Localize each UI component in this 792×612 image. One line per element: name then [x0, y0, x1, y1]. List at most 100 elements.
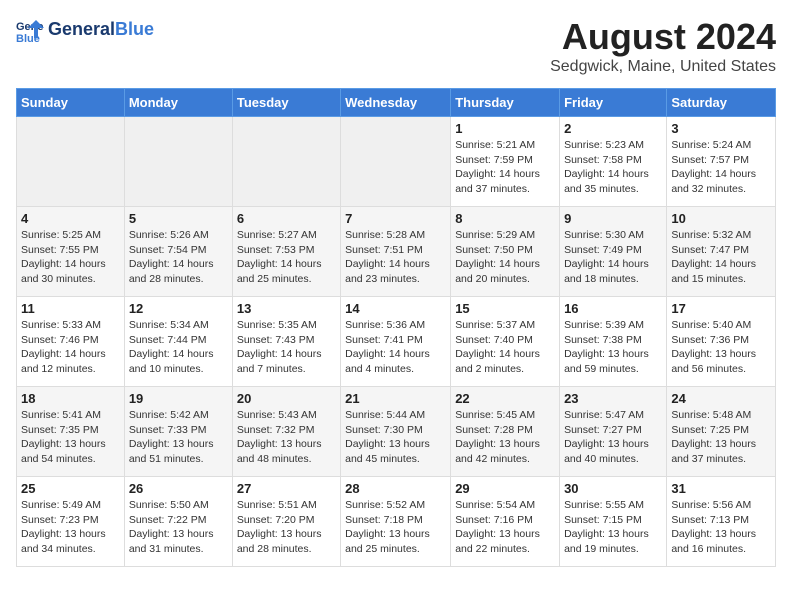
title-area: August 2024 Sedgwick, Maine, United Stat… — [550, 16, 776, 76]
day-detail: Sunrise: 5:50 AMSunset: 7:22 PMDaylight:… — [129, 498, 228, 557]
calendar-cell: 13Sunrise: 5:35 AMSunset: 7:43 PMDayligh… — [232, 297, 340, 387]
day-number: 7 — [345, 211, 446, 226]
day-detail: Sunrise: 5:37 AMSunset: 7:40 PMDaylight:… — [455, 318, 555, 377]
calendar-cell: 16 Sunrise: 5:39 AMSunset: 7:38 PMDayligh… — [560, 297, 667, 387]
calendar-cell — [341, 117, 451, 207]
day-detail: Sunrise: 5:34 AMSunset: 7:44 PMDaylight:… — [129, 318, 228, 377]
day-detail: Sunrise: 5:51 AMSunset: 7:20 PMDaylight:… — [237, 498, 336, 557]
weekday-header-tuesday: Tuesday — [232, 89, 340, 117]
day-detail: Sunrise: 5:47 AMSunset: 7:27 PMDaylight:… — [564, 408, 662, 467]
day-detail: Sunrise: 5:33 AMSunset: 7:46 PMDaylight:… — [21, 318, 120, 377]
day-number: 10 — [671, 211, 771, 226]
calendar-cell: 27Sunrise: 5:51 AMSunset: 7:20 PMDayligh… — [232, 477, 340, 567]
day-number: 6 — [237, 211, 336, 226]
day-detail: Sunrise: 5:44 AMSunset: 7:30 PMDaylight:… — [345, 408, 446, 467]
day-detail: Sunrise: 5:24 AMSunset: 7:57 PMDaylight:… — [671, 138, 771, 197]
week-row-3: 11 Sunrise: 5:33 AMSunset: 7:46 PMDayligh… — [17, 297, 776, 387]
weekday-header-saturday: Saturday — [667, 89, 776, 117]
day-detail: Sunrise: 5:29 AMSunset: 7:50 PMDaylight:… — [455, 228, 555, 287]
week-row-2: 4 Sunrise: 5:25 AMSunset: 7:55 PMDaylight… — [17, 207, 776, 297]
calendar-cell: 15 Sunrise: 5:37 AMSunset: 7:40 PMDayligh… — [451, 297, 560, 387]
calendar-cell — [17, 117, 125, 207]
day-number: 20 — [237, 391, 336, 406]
day-detail: Sunrise: 5:48 AMSunset: 7:25 PMDaylight:… — [671, 408, 771, 467]
day-detail: Sunrise: 5:30 AMSunset: 7:49 PMDaylight:… — [564, 228, 662, 287]
week-row-5: 25Sunrise: 5:49 AMSunset: 7:23 PMDayligh… — [17, 477, 776, 567]
calendar-cell — [124, 117, 232, 207]
day-detail: Sunrise: 5:23 AMSunset: 7:58 PMDaylight:… — [564, 138, 662, 197]
calendar-cell: 21 Sunrise: 5:44 AMSunset: 7:30 PMDayligh… — [341, 387, 451, 477]
calendar-cell: 29 Sunrise: 5:54 AMSunset: 7:16 PMDayligh… — [451, 477, 560, 567]
calendar-cell: 8Sunrise: 5:29 AMSunset: 7:50 PMDaylight… — [451, 207, 560, 297]
day-number: 28 — [345, 481, 446, 496]
calendar-cell: 7 Sunrise: 5:28 AMSunset: 7:51 PMDaylight… — [341, 207, 451, 297]
weekday-header-monday: Monday — [124, 89, 232, 117]
calendar-cell: 24 Sunrise: 5:48 AMSunset: 7:25 PMDayligh… — [667, 387, 776, 477]
day-detail: Sunrise: 5:41 AMSunset: 7:35 PMDaylight:… — [21, 408, 120, 467]
day-number: 30 — [564, 481, 662, 496]
day-number: 2 — [564, 121, 662, 136]
calendar-cell: 1Sunrise: 5:21 AMSunset: 7:59 PMDaylight… — [451, 117, 560, 207]
day-detail: Sunrise: 5:54 AMSunset: 7:16 PMDaylight:… — [455, 498, 555, 557]
day-detail: Sunrise: 5:52 AMSunset: 7:18 PMDaylight:… — [345, 498, 446, 557]
calendar-cell: 3Sunrise: 5:24 AMSunset: 7:57 PMDaylight… — [667, 117, 776, 207]
day-number: 29 — [455, 481, 555, 496]
page-title: August 2024 — [550, 16, 776, 58]
weekday-header-sunday: Sunday — [17, 89, 125, 117]
calendar-cell: 9 Sunrise: 5:30 AMSunset: 7:49 PMDaylight… — [560, 207, 667, 297]
day-detail: Sunrise: 5:28 AMSunset: 7:51 PMDaylight:… — [345, 228, 446, 287]
day-detail: Sunrise: 5:45 AMSunset: 7:28 PMDaylight:… — [455, 408, 555, 467]
day-number: 31 — [671, 481, 771, 496]
page-header: General Blue GeneralBlue August 2024 Sed… — [16, 16, 776, 76]
day-detail: Sunrise: 5:42 AMSunset: 7:33 PMDaylight:… — [129, 408, 228, 467]
day-number: 23 — [564, 391, 662, 406]
day-number: 21 — [345, 391, 446, 406]
day-detail: Sunrise: 5:35 AMSunset: 7:43 PMDaylight:… — [237, 318, 336, 377]
day-detail: Sunrise: 5:43 AMSunset: 7:32 PMDaylight:… — [237, 408, 336, 467]
calendar-cell: 10 Sunrise: 5:32 AMSunset: 7:47 PMDayligh… — [667, 207, 776, 297]
day-number: 17 — [671, 301, 771, 316]
calendar-cell: 6 Sunrise: 5:27 AMSunset: 7:53 PMDaylight… — [232, 207, 340, 297]
calendar-cell: 20 Sunrise: 5:43 AMSunset: 7:32 PMDayligh… — [232, 387, 340, 477]
day-number: 15 — [455, 301, 555, 316]
day-detail: Sunrise: 5:21 AMSunset: 7:59 PMDaylight:… — [455, 138, 555, 197]
calendar-cell: 17 Sunrise: 5:40 AMSunset: 7:36 PMDayligh… — [667, 297, 776, 387]
day-detail: Sunrise: 5:40 AMSunset: 7:36 PMDaylight:… — [671, 318, 771, 377]
day-detail: Sunrise: 5:49 AMSunset: 7:23 PMDaylight:… — [21, 498, 120, 557]
calendar-cell: 5 Sunrise: 5:26 AMSunset: 7:54 PMDaylight… — [124, 207, 232, 297]
day-number: 4 — [21, 211, 120, 226]
day-detail: Sunrise: 5:55 AMSunset: 7:15 PMDaylight:… — [564, 498, 662, 557]
day-detail: Sunrise: 5:26 AMSunset: 7:54 PMDaylight:… — [129, 228, 228, 287]
day-detail: Sunrise: 5:39 AMSunset: 7:38 PMDaylight:… — [564, 318, 662, 377]
calendar-cell: 2 Sunrise: 5:23 AMSunset: 7:58 PMDaylight… — [560, 117, 667, 207]
day-detail: Sunrise: 5:56 AMSunset: 7:13 PMDaylight:… — [671, 498, 771, 557]
calendar-cell: 14 Sunrise: 5:36 AMSunset: 7:41 PMDayligh… — [341, 297, 451, 387]
calendar-cell: 12Sunrise: 5:34 AMSunset: 7:44 PMDayligh… — [124, 297, 232, 387]
weekday-header-wednesday: Wednesday — [341, 89, 451, 117]
day-number: 19 — [129, 391, 228, 406]
weekday-header-thursday: Thursday — [451, 89, 560, 117]
day-detail: Sunrise: 5:36 AMSunset: 7:41 PMDaylight:… — [345, 318, 446, 377]
day-number: 24 — [671, 391, 771, 406]
day-number: 11 — [21, 301, 120, 316]
calendar-cell — [232, 117, 340, 207]
day-number: 9 — [564, 211, 662, 226]
calendar-cell: 22 Sunrise: 5:45 AMSunset: 7:28 PMDayligh… — [451, 387, 560, 477]
logo-name: GeneralBlue — [48, 20, 154, 40]
calendar-table: SundayMondayTuesdayWednesdayThursdayFrid… — [16, 88, 776, 567]
day-number: 5 — [129, 211, 228, 226]
day-number: 18 — [21, 391, 120, 406]
day-number: 16 — [564, 301, 662, 316]
day-number: 14 — [345, 301, 446, 316]
calendar-cell: 19 Sunrise: 5:42 AMSunset: 7:33 PMDayligh… — [124, 387, 232, 477]
day-detail: Sunrise: 5:25 AMSunset: 7:55 PMDaylight:… — [21, 228, 120, 287]
calendar-cell: 18 Sunrise: 5:41 AMSunset: 7:35 PMDayligh… — [17, 387, 125, 477]
page-subtitle: Sedgwick, Maine, United States — [550, 58, 776, 76]
calendar-cell: 23 Sunrise: 5:47 AMSunset: 7:27 PMDayligh… — [560, 387, 667, 477]
calendar-cell: 28 Sunrise: 5:52 AMSunset: 7:18 PMDayligh… — [341, 477, 451, 567]
week-row-1: 1Sunrise: 5:21 AMSunset: 7:59 PMDaylight… — [17, 117, 776, 207]
calendar-cell: 31 Sunrise: 5:56 AMSunset: 7:13 PMDayligh… — [667, 477, 776, 567]
day-detail: Sunrise: 5:27 AMSunset: 7:53 PMDaylight:… — [237, 228, 336, 287]
day-number: 22 — [455, 391, 555, 406]
day-detail: Sunrise: 5:32 AMSunset: 7:47 PMDaylight:… — [671, 228, 771, 287]
